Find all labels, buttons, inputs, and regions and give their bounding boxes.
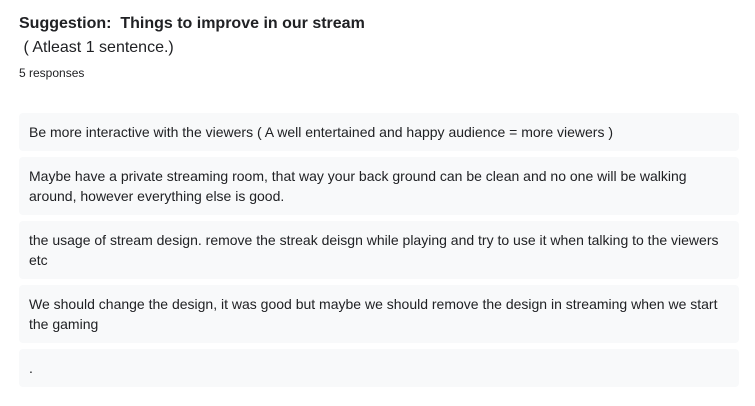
response-item: We should change the design, it was good… (19, 285, 739, 343)
response-item: . (19, 349, 739, 387)
response-item: Be more interactive with the viewers ( A… (19, 113, 739, 151)
response-item: the usage of stream design. remove the s… (19, 221, 739, 279)
response-list: Be more interactive with the viewers ( A… (19, 113, 739, 393)
question-subtitle: ( Atleast 1 sentence.) (19, 39, 174, 56)
question-title: Suggestion: Things to improve in our str… (19, 15, 365, 32)
response-count: 5 responses (19, 66, 85, 80)
question-header: Suggestion: Things to improve in our str… (19, 12, 739, 81)
response-item: Maybe have a private streaming room, tha… (19, 157, 739, 215)
